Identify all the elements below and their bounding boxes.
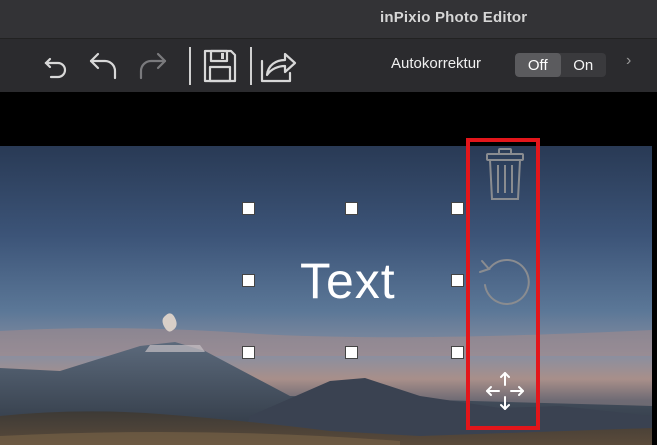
share-icon[interactable] <box>256 39 300 92</box>
resize-handle[interactable] <box>345 202 358 215</box>
redo-icon[interactable] <box>132 39 172 92</box>
chevron-right-icon[interactable]: › <box>626 52 631 70</box>
app-title: inPixio Photo Editor <box>380 9 528 26</box>
toolbar: Autokorrektur Off On › <box>0 38 657 92</box>
resize-handle[interactable] <box>451 346 464 359</box>
resize-handle[interactable] <box>242 274 255 287</box>
undo-icon[interactable] <box>38 39 74 92</box>
canvas-background <box>0 92 657 146</box>
toolbar-separator <box>250 47 252 85</box>
autocorrect-toggle[interactable]: Off On <box>515 53 606 77</box>
title-bar: inPixio Photo Editor <box>0 0 657 38</box>
text-layer[interactable]: Text <box>300 252 396 310</box>
save-icon[interactable] <box>198 39 242 92</box>
resize-handle[interactable] <box>451 274 464 287</box>
toolbar-separator <box>189 47 191 85</box>
autocorrect-label: Autokorrektur <box>391 55 482 72</box>
toggle-off[interactable]: Off <box>515 53 561 77</box>
resize-handle[interactable] <box>242 346 255 359</box>
resize-handle[interactable] <box>242 202 255 215</box>
side-tools-highlight <box>466 138 540 430</box>
resize-handle[interactable] <box>451 202 464 215</box>
resize-handle[interactable] <box>345 346 358 359</box>
toggle-on[interactable]: On <box>561 53 607 77</box>
undo-step-icon[interactable] <box>84 39 124 92</box>
